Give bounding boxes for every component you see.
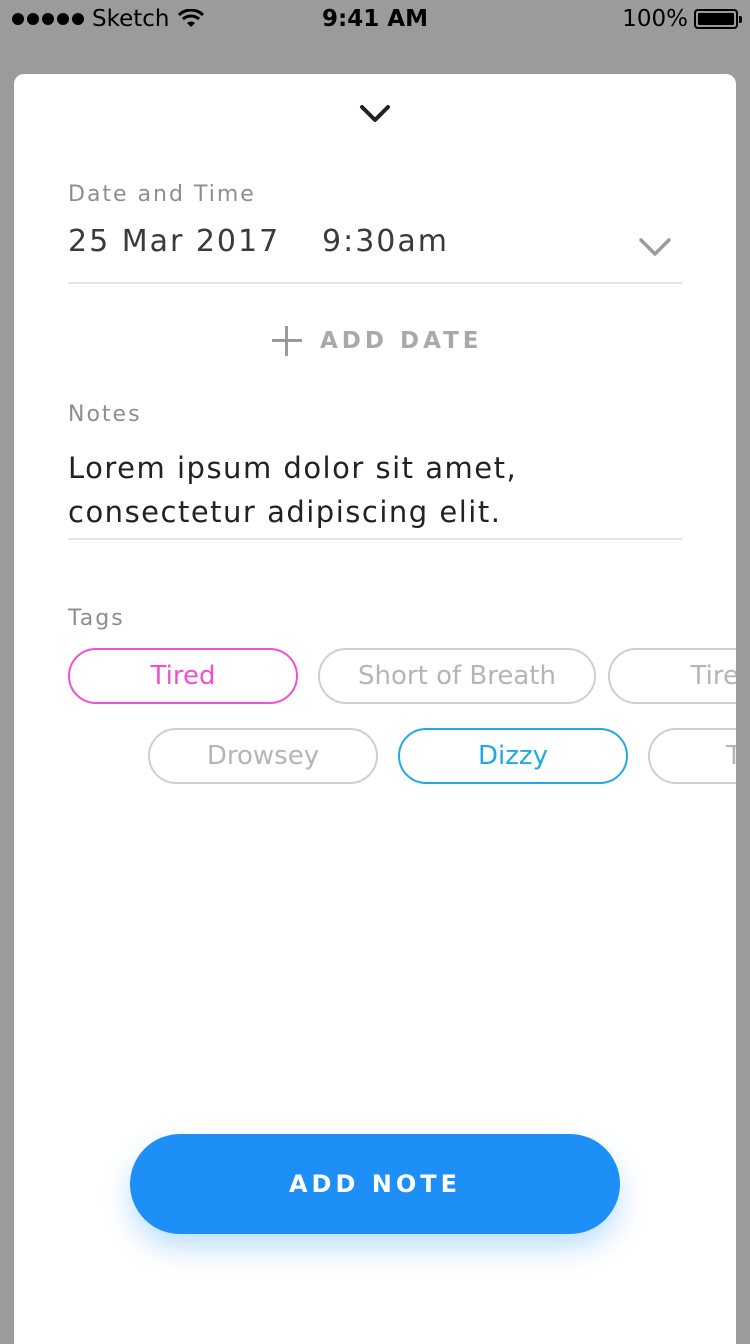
add-date-button[interactable]: ADD DATE <box>272 326 483 356</box>
chevron-down-icon[interactable] <box>638 236 672 258</box>
chevron-down-icon[interactable] <box>359 102 391 126</box>
add-note-sheet: Date and Time 25 Mar 2017 9:30am ADD DAT… <box>14 74 736 1344</box>
tag-chip[interactable]: Dizzy <box>398 728 628 784</box>
notes-label: Notes <box>68 402 142 427</box>
tags-carousel[interactable]: Tired Short of Breath Tired Drowsey Dizz… <box>14 648 736 788</box>
tag-chip[interactable]: Tired <box>68 648 298 704</box>
status-right: 100% <box>622 6 742 32</box>
add-date-label: ADD DATE <box>320 328 483 354</box>
tags-label: Tags <box>68 606 125 631</box>
plus-icon <box>272 326 302 356</box>
notes-text[interactable]: Lorem ipsum dolor sit amet, consectetur … <box>68 446 682 534</box>
tag-chip[interactable]: Ti <box>648 728 736 784</box>
date-time-label: Date and Time <box>68 182 256 207</box>
time-value: 9:30am <box>322 224 449 259</box>
date-time-field[interactable]: 25 Mar 2017 9:30am <box>68 224 682 284</box>
battery-percentage: 100% <box>622 6 688 32</box>
notes-field[interactable]: Lorem ipsum dolor sit amet, consectetur … <box>68 446 682 540</box>
date-value: 25 Mar 2017 <box>68 224 281 259</box>
add-note-button[interactable]: ADD NOTE <box>130 1134 620 1234</box>
tag-chip[interactable]: Drowsey <box>148 728 378 784</box>
tag-chip[interactable]: Tired <box>608 648 736 704</box>
status-bar: Sketch 9:41 AM 100% <box>0 0 750 40</box>
tag-chip[interactable]: Short of Breath <box>318 648 596 704</box>
battery-icon <box>694 9 742 29</box>
